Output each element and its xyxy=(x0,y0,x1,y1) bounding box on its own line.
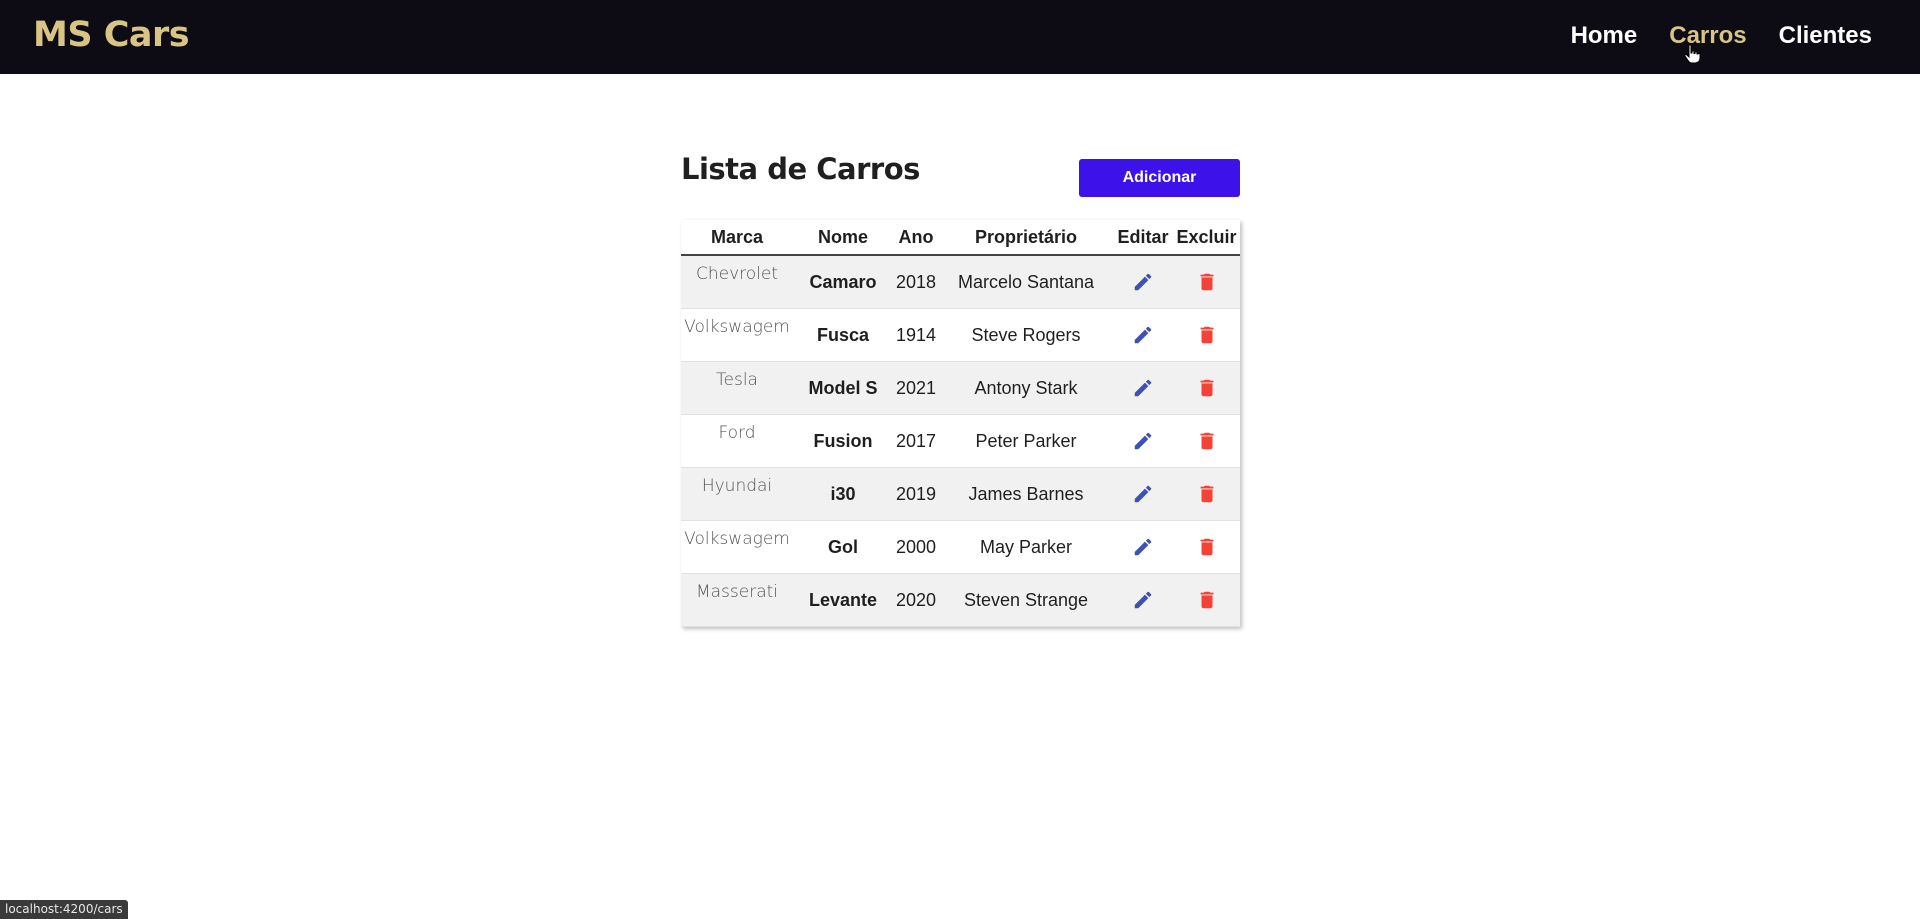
cell-ano: 2018 xyxy=(893,255,939,309)
cell-proprietario: James Barnes xyxy=(939,467,1113,521)
cell-proprietario: Marcelo Santana xyxy=(939,255,1113,309)
cell-nome: Fusion xyxy=(793,414,893,468)
cell-ano: 2000 xyxy=(893,520,939,574)
pencil-icon[interactable] xyxy=(1132,377,1154,399)
table-header-row: Marca Nome Ano Proprietário Editar Exclu… xyxy=(681,220,1240,256)
pencil-icon[interactable] xyxy=(1132,430,1154,452)
table-row: Hyundai i30 2019 James Barnes xyxy=(681,467,1240,521)
status-bar-url: localhost:4200/cars xyxy=(0,900,128,919)
cell-nome: Fusca xyxy=(793,308,893,362)
cell-proprietario: Steven Strange xyxy=(939,573,1113,627)
cell-marca: Volkswagem xyxy=(681,308,793,362)
cell-excluir xyxy=(1173,361,1240,415)
column-header-marca[interactable]: Marca xyxy=(681,220,793,256)
trash-icon[interactable] xyxy=(1196,589,1218,611)
cars-table: Marca Nome Ano Proprietário Editar Exclu… xyxy=(681,220,1240,627)
nav-link-clientes[interactable]: Clientes xyxy=(1779,22,1872,50)
cars-table-wrapper: Marca Nome Ano Proprietário Editar Exclu… xyxy=(681,220,1240,627)
cell-excluir xyxy=(1173,520,1240,574)
trash-icon[interactable] xyxy=(1196,536,1218,558)
trash-icon[interactable] xyxy=(1196,483,1218,505)
hand-cursor-icon xyxy=(1684,44,1701,64)
table-row: Ford Fusion 2017 Peter Parker xyxy=(681,414,1240,468)
cell-excluir xyxy=(1173,414,1240,468)
cell-nome: Model S xyxy=(793,361,893,415)
brand-logo[interactable]: MS Cars xyxy=(33,15,190,55)
cell-excluir xyxy=(1173,255,1240,309)
cell-ano: 2020 xyxy=(893,573,939,627)
cell-ano: 1914 xyxy=(893,308,939,362)
table-row: Volkswagem Gol 2000 May Parker xyxy=(681,520,1240,574)
column-header-editar: Editar xyxy=(1113,220,1173,256)
cell-marca: Chevrolet xyxy=(681,255,793,309)
column-header-excluir: Excluir xyxy=(1173,220,1240,256)
cell-editar xyxy=(1113,573,1173,627)
pencil-icon[interactable] xyxy=(1132,536,1154,558)
cell-marca: Volkswagem xyxy=(681,520,793,574)
cell-editar xyxy=(1113,361,1173,415)
cell-proprietario: Peter Parker xyxy=(939,414,1113,468)
trash-icon[interactable] xyxy=(1196,430,1218,452)
cell-excluir xyxy=(1173,573,1240,627)
table-row: Tesla Model S 2021 Antony Stark xyxy=(681,361,1240,415)
cell-ano: 2021 xyxy=(893,361,939,415)
page-title: Lista de Carros xyxy=(681,152,920,186)
cell-nome: Levante xyxy=(793,573,893,627)
table-row: Masserati Levante 2020 Steven Strange xyxy=(681,573,1240,627)
pencil-icon[interactable] xyxy=(1132,324,1154,346)
add-car-button[interactable]: Adicionar xyxy=(1079,159,1240,197)
cell-marca: Masserati xyxy=(681,573,793,627)
cell-ano: 2019 xyxy=(893,467,939,521)
cell-editar xyxy=(1113,467,1173,521)
column-header-nome[interactable]: Nome xyxy=(793,220,893,256)
cell-editar xyxy=(1113,520,1173,574)
cell-excluir xyxy=(1173,467,1240,521)
cell-excluir xyxy=(1173,308,1240,362)
nav-links: Home Carros Clientes xyxy=(1571,22,1872,50)
cell-marca: Hyundai xyxy=(681,467,793,521)
pencil-icon[interactable] xyxy=(1132,483,1154,505)
table-row: Volkswagem Fusca 1914 Steve Rogers xyxy=(681,308,1240,362)
nav-link-carros[interactable]: Carros xyxy=(1669,22,1746,50)
cell-nome: Camaro xyxy=(793,255,893,309)
cell-editar xyxy=(1113,308,1173,362)
cell-nome: i30 xyxy=(793,467,893,521)
cell-proprietario: Steve Rogers xyxy=(939,308,1113,362)
trash-icon[interactable] xyxy=(1196,271,1218,293)
pencil-icon[interactable] xyxy=(1132,271,1154,293)
column-header-ano[interactable]: Ano xyxy=(893,220,939,256)
cell-proprietario: Antony Stark xyxy=(939,361,1113,415)
cell-nome: Gol xyxy=(793,520,893,574)
table-row: Chevrolet Camaro 2018 Marcelo Santana xyxy=(681,255,1240,309)
trash-icon[interactable] xyxy=(1196,377,1218,399)
nav-link-home[interactable]: Home xyxy=(1571,22,1638,50)
cell-marca: Ford xyxy=(681,414,793,468)
cell-proprietario: May Parker xyxy=(939,520,1113,574)
column-header-proprietario[interactable]: Proprietário xyxy=(939,220,1113,256)
cell-ano: 2017 xyxy=(893,414,939,468)
cell-editar xyxy=(1113,414,1173,468)
navbar: MS Cars Home Carros Clientes xyxy=(0,0,1920,74)
cell-editar xyxy=(1113,255,1173,309)
cars-table-body: Chevrolet Camaro 2018 Marcelo Santana Volksw… xyxy=(681,255,1240,627)
trash-icon[interactable] xyxy=(1196,324,1218,346)
pencil-icon[interactable] xyxy=(1132,589,1154,611)
cell-marca: Tesla xyxy=(681,361,793,415)
